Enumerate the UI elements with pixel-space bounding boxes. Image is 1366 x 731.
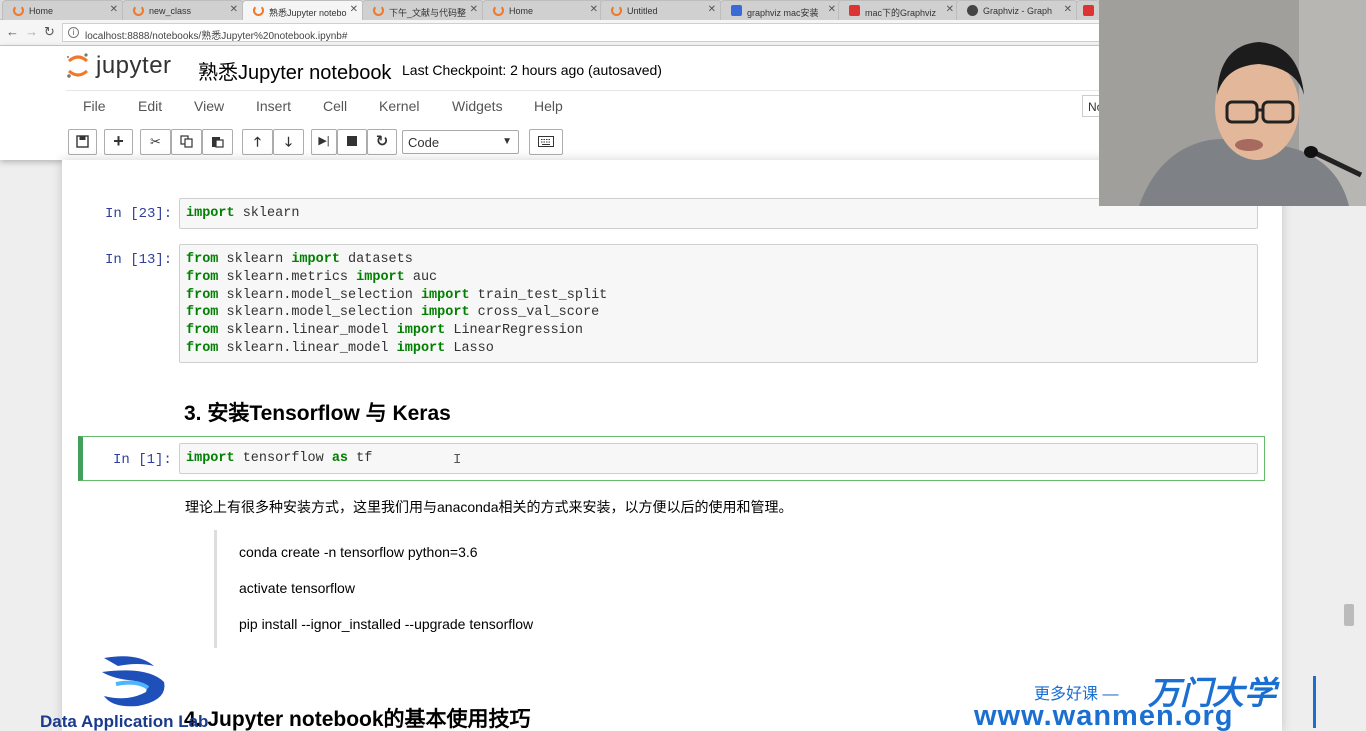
markdown-heading: 4. Jupyter notebook的基本使用技巧 (184, 708, 531, 731)
jupyter-icon (611, 5, 622, 16)
watermark-bar (1313, 676, 1316, 728)
blockquote-bar (214, 530, 217, 648)
save-icon (76, 135, 89, 148)
webcam-overlay (1099, 0, 1366, 206)
watermark-site: www.wanmen.org (974, 700, 1234, 731)
dal-watermark-text: Data Application Lab (40, 712, 209, 731)
dal-logo-icon (102, 656, 165, 707)
info-icon[interactable]: i (68, 27, 79, 38)
close-icon[interactable]: ✕ (230, 4, 238, 15)
close-icon[interactable]: ✕ (828, 4, 836, 15)
menu-file[interactable]: File (83, 98, 106, 114)
browser-tab-afternoon[interactable]: 下午_文献与代码整 ✕ (362, 0, 484, 20)
copy-icon (180, 135, 193, 148)
menu-cell[interactable]: Cell (323, 98, 347, 114)
code-cell-input[interactable]: import sklearn (179, 198, 1258, 229)
browser-tab-home-2[interactable]: Home ✕ (482, 0, 604, 20)
presenter-video (1099, 0, 1366, 206)
blockquote-line: activate tensorflow (239, 580, 355, 596)
close-icon[interactable]: ✕ (350, 4, 358, 15)
cell-prompt: In [23]: (105, 206, 173, 222)
menu-edit[interactable]: Edit (138, 98, 162, 114)
close-icon[interactable]: ✕ (110, 4, 118, 15)
close-icon[interactable]: ✕ (708, 4, 716, 15)
screen: { "browser": { "tabs": [ {"label": "Home… (0, 0, 1366, 731)
cell-prompt: In [13]: (105, 252, 173, 268)
menu-widgets[interactable]: Widgets (452, 98, 503, 114)
cell-type-select[interactable]: Code ▼ (402, 130, 519, 154)
close-icon[interactable]: ✕ (470, 4, 478, 15)
move-up-button[interactable]: 🡑 (242, 129, 273, 155)
blockquote-line: pip install --ignor_installed --upgrade … (239, 616, 534, 632)
jupyter-logo-icon[interactable] (66, 52, 90, 80)
browser-tab-notebook[interactable]: 熟悉Jupyter notebo ✕ (242, 0, 364, 20)
step-forward-icon: ▶| (318, 135, 330, 147)
browser-tab-new-class[interactable]: new_class ✕ (122, 0, 244, 20)
browser-tab-graphviz-github[interactable]: Graphviz - Graph ✕ (956, 0, 1078, 20)
reload-icon[interactable]: ↻ (44, 24, 55, 40)
keyboard-icon (538, 136, 554, 147)
menu-insert[interactable]: Insert (256, 98, 291, 114)
scissors-icon: ✂ (150, 134, 161, 149)
paste-icon (212, 137, 224, 148)
browser-tab-untitled[interactable]: Untitled ✕ (600, 0, 722, 20)
close-icon[interactable]: ✕ (590, 4, 598, 15)
cut-button[interactable]: ✂ (140, 129, 171, 155)
browser-tab-partial[interactable] (1076, 0, 1100, 20)
text-cursor-icon: I (453, 452, 462, 468)
jupyter-logo-text[interactable]: jupyter (96, 52, 172, 80)
arrow-up-icon: 🡑 (254, 134, 261, 149)
baidu-icon (731, 5, 742, 16)
run-button[interactable]: ▶| (311, 129, 337, 155)
browser-tab-graphviz-mac[interactable]: graphviz mac安装 ✕ (720, 0, 842, 20)
blockquote-line: conda create -n tensorflow python=3.6 (239, 544, 478, 560)
jupyter-icon (253, 5, 264, 16)
url-field[interactable]: i localhost:8888/notebooks/熟悉Jupyter%20n… (62, 23, 1102, 42)
move-down-button[interactable]: 🡓 (273, 129, 304, 155)
command-palette-button[interactable] (529, 129, 563, 155)
restart-icon: ↻ (375, 133, 389, 150)
notebook-title[interactable]: 熟悉Jupyter notebook (198, 56, 391, 85)
menu-view[interactable]: View (194, 98, 224, 114)
github-icon (967, 5, 978, 16)
jupyter-icon (133, 5, 144, 16)
caret-down-icon: ▼ (502, 136, 512, 147)
menu-help[interactable]: Help (534, 98, 563, 114)
stop-icon (347, 136, 357, 146)
code-cell-input[interactable]: from sklearn import datasets from sklear… (179, 244, 1258, 363)
plus-icon: + (113, 131, 124, 151)
browser-tab-csdn[interactable]: mac下的Graphviz ✕ (838, 0, 960, 20)
arrow-down-icon: 🡓 (285, 134, 292, 149)
insert-cell-button[interactable]: + (104, 129, 133, 155)
scrollbar-thumb[interactable] (1344, 604, 1354, 626)
copy-button[interactable] (171, 129, 202, 155)
jupyter-icon (13, 5, 24, 16)
browser-tab-home[interactable]: Home ✕ (2, 0, 124, 20)
jupyter-icon (493, 5, 504, 16)
markdown-heading: 3. 安装Tensorflow 与 Keras (184, 402, 451, 425)
checkpoint-status: Last Checkpoint: 2 hours ago (autosaved) (402, 62, 662, 78)
close-icon[interactable]: ✕ (1064, 4, 1072, 15)
jupyter-icon (373, 5, 384, 16)
code-cell-input[interactable]: import tensorflow as tf (179, 443, 1258, 474)
paste-button[interactable] (202, 129, 233, 155)
restart-button[interactable]: ↻ (367, 129, 397, 155)
back-arrow-icon[interactable]: ← (6, 24, 19, 39)
save-button[interactable] (68, 129, 97, 155)
markdown-paragraph: 理论上有很多种安装方式，这里我们用与anaconda相关的方式来安装，以方便以后… (185, 499, 793, 515)
close-icon[interactable]: ✕ (946, 4, 954, 15)
csdn-icon (1083, 5, 1094, 16)
interrupt-button[interactable] (337, 129, 367, 155)
cell-prompt: In [1]: (113, 452, 172, 468)
menu-kernel[interactable]: Kernel (379, 98, 419, 114)
csdn-icon (849, 5, 860, 16)
forward-arrow-icon[interactable]: → (25, 24, 38, 39)
